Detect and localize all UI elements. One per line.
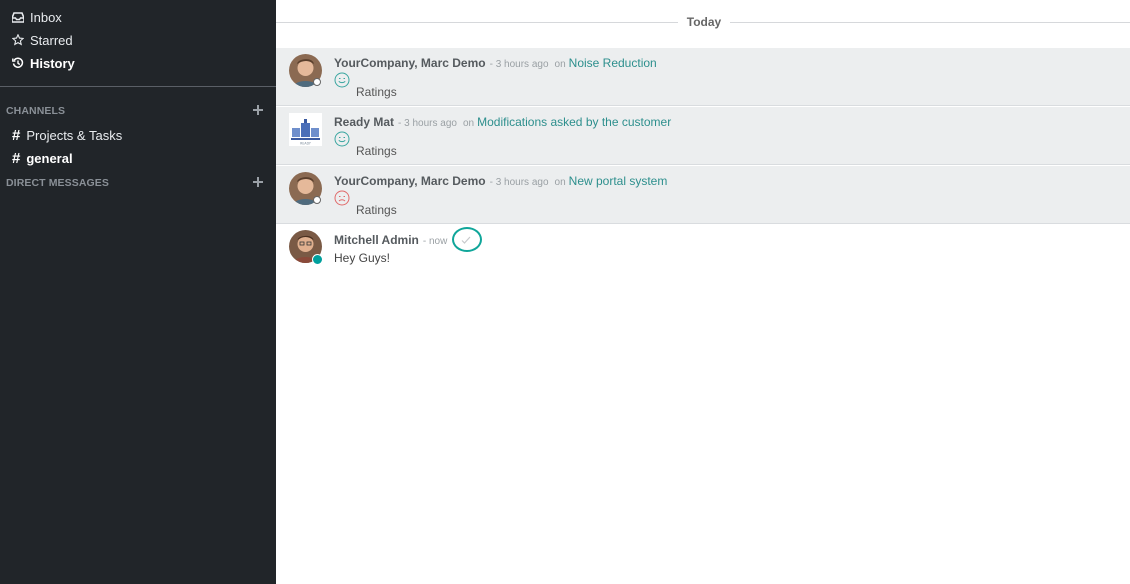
nav-history-label: History [30, 55, 75, 71]
on-label: on [554, 59, 566, 70]
message-body: Hey Guys! [334, 251, 391, 265]
smile-icon [334, 72, 350, 88]
frown-icon [334, 190, 350, 206]
svg-text:READY: READY [300, 142, 311, 146]
history-icon [12, 57, 24, 69]
sidebar: Inbox Starred History CHANNELS # Project… [0, 0, 276, 584]
message-time: - now [422, 236, 448, 247]
message-separator [276, 164, 1130, 165]
nav-history[interactable]: History [12, 53, 75, 73]
record-link[interactable]: New portal system [569, 174, 668, 188]
nav-starred[interactable]: Starred [12, 30, 73, 50]
add-channel-icon[interactable] [253, 105, 263, 115]
message[interactable]: YourCompany, Marc Demo - 3 hours ago on New… [276, 166, 1130, 224]
date-divider-line [276, 22, 678, 23]
channel-label: Projects & Tasks [26, 127, 123, 143]
message[interactable]: READY Ready Mat - 3 hours ago on Modificati… [276, 107, 1130, 165]
message[interactable]: Mitchell Admin - now Hey Guys! [276, 225, 1130, 273]
offline-status-icon [313, 78, 321, 86]
avatar[interactable]: READY [289, 113, 322, 146]
author-name[interactable]: Ready Mat [334, 115, 394, 129]
author-name[interactable]: YourCompany, Marc Demo [334, 174, 486, 188]
channel-general[interactable]: # general [12, 148, 73, 168]
message-thread: Today YourCompany, Marc Demo - 3 hours ag… [276, 0, 1130, 584]
on-label: on [554, 177, 566, 188]
rating-label: Ratings [356, 144, 397, 158]
rating-label: Ratings [356, 203, 397, 217]
add-direct-message-icon[interactable] [253, 177, 263, 187]
author-name[interactable]: Mitchell Admin [334, 233, 419, 247]
record-link[interactable]: Noise Reduction [569, 56, 657, 70]
message[interactable]: YourCompany, Marc Demo - 3 hours ago on Noi… [276, 48, 1130, 106]
on-label: on [462, 118, 475, 129]
rating-label: Ratings [356, 85, 397, 99]
message-header: YourCompany, Marc Demo - 3 hours ago on Noi… [334, 56, 657, 70]
offline-status-icon [313, 196, 321, 204]
message-separator [276, 223, 1130, 224]
online-status-icon [312, 254, 323, 265]
nav-starred-label: Starred [30, 32, 73, 48]
message-header: Ready Mat - 3 hours ago on Modifications as… [334, 115, 671, 129]
message-time: - 3 hours ago [398, 118, 457, 129]
smile-icon [334, 131, 350, 147]
sidebar-divider [0, 86, 276, 87]
channels-heading: CHANNELS [6, 105, 66, 117]
message-header: YourCompany, Marc Demo - 3 hours ago on New… [334, 174, 667, 188]
channel-projects-tasks[interactable]: # Projects & Tasks [12, 125, 122, 145]
nav-inbox[interactable]: Inbox [12, 7, 62, 27]
nav-inbox-label: Inbox [30, 9, 62, 25]
hash-icon: # [12, 126, 21, 144]
direct-messages-heading: DIRECT MESSAGES [6, 177, 110, 189]
date-divider: Today [686, 15, 722, 29]
message-separator [276, 105, 1130, 106]
message-header: Mitchell Admin - now [334, 233, 447, 247]
date-divider-line [730, 22, 1130, 23]
record-link[interactable]: Modifications asked by the customer [477, 115, 671, 129]
checkmark-icon[interactable] [460, 233, 472, 245]
message-time: - 3 hours ago [489, 59, 549, 70]
author-name[interactable]: YourCompany, Marc Demo [334, 56, 486, 70]
message-time: - 3 hours ago [489, 177, 549, 188]
channel-label: general [26, 150, 73, 166]
star-icon [12, 34, 24, 46]
inbox-icon [12, 11, 24, 23]
hash-icon: # [12, 149, 21, 167]
